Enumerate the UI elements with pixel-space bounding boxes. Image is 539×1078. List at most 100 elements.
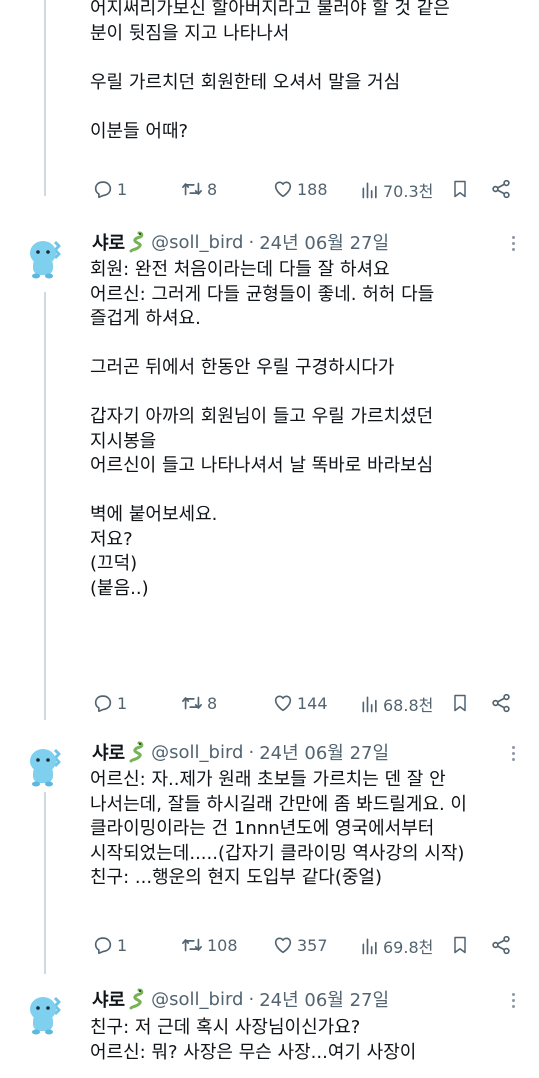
share-button[interactable] bbox=[490, 178, 512, 200]
reply-icon bbox=[94, 937, 112, 955]
more-icon[interactable] bbox=[512, 746, 515, 761]
bookmark-icon bbox=[454, 694, 466, 712]
tweet-line: 즐겁게 하셔요. bbox=[90, 308, 201, 329]
snake-emoji-icon bbox=[129, 741, 145, 763]
retweet-count: 8 bbox=[207, 693, 218, 713]
views-count: 69.8천 bbox=[383, 938, 434, 957]
reply-icon bbox=[94, 695, 112, 713]
tweet-line: (붙음..) bbox=[90, 577, 149, 599]
tweet-date[interactable]: 24년 06월 27일 bbox=[259, 739, 389, 765]
retweet-count: 8 bbox=[207, 179, 218, 199]
like-button[interactable]: 144 bbox=[272, 692, 328, 714]
tweet-line: 시작되었는데.....(갑자기 클라이밍 역사강의 시작) bbox=[90, 842, 465, 864]
like-button[interactable]: 188 bbox=[272, 178, 328, 200]
tweet-line: 이분들 어때? bbox=[90, 120, 189, 142]
retweet-count: 108 bbox=[207, 935, 238, 955]
bookmark-button[interactable] bbox=[450, 178, 470, 200]
like-count: 144 bbox=[297, 693, 328, 713]
like-count: 188 bbox=[297, 179, 328, 199]
bookmark-button[interactable] bbox=[450, 692, 470, 714]
tweet-line: (끄덕) bbox=[90, 553, 138, 574]
display-name[interactable]: 샤로 bbox=[92, 229, 125, 255]
tweet-line: 벽에 붙어보세요. bbox=[90, 504, 218, 525]
retweet-button[interactable]: 108 bbox=[180, 934, 238, 956]
bookmark-icon bbox=[454, 936, 466, 954]
snake-emoji-icon bbox=[129, 988, 145, 1010]
tweet-line bbox=[90, 95, 523, 120]
views-button[interactable]: 69.8천 bbox=[360, 934, 433, 958]
tweet-date[interactable]: 24년 06월 27일 bbox=[259, 986, 389, 1012]
reply-button[interactable]: 1 bbox=[92, 692, 127, 714]
tweet-line: 우릴 가르치던 회원한테 오셔서 말을 거심 bbox=[90, 71, 401, 93]
tweet-actions: 1 108 357 69.8천 bbox=[92, 934, 517, 958]
tweet-header: 샤로 @soll_bird · 24년 06월 27일 bbox=[92, 230, 389, 254]
tweet-header: 샤로 @soll_bird · 24년 06월 27일 bbox=[92, 987, 389, 1011]
user-handle[interactable]: @soll_bird bbox=[151, 989, 243, 1010]
retweet-button[interactable]: 8 bbox=[180, 692, 217, 714]
bookmark-button[interactable] bbox=[450, 934, 470, 956]
separator-dot: · bbox=[248, 741, 255, 763]
reply-count: 1 bbox=[117, 179, 128, 199]
tweet-actions: 1 8 188 70.3천 bbox=[92, 178, 517, 202]
tweet-line: 회원: 완전 처음이라는데 다들 잘 하셔요 bbox=[90, 259, 390, 280]
like-button[interactable]: 357 bbox=[272, 934, 328, 956]
tweet-line bbox=[90, 46, 523, 71]
tweet-text: 어지써리가보신 할아버지라고 불러야 할 것 같은 분이 뒷짐을 지고 나타나서… bbox=[90, 0, 523, 144]
views-button[interactable]: 70.3천 bbox=[360, 178, 433, 202]
tweet-line: 갑자기 아까의 회원님이 들고 우릴 가르치셨던 bbox=[90, 406, 434, 427]
retweet-button[interactable]: 8 bbox=[180, 178, 217, 200]
tweet-line: 지시봉을 bbox=[90, 430, 157, 452]
tweet-line: 분이 뒷짐을 지고 나타나서 bbox=[90, 22, 290, 44]
reply-button[interactable]: 1 bbox=[92, 934, 127, 956]
tweet-line: 어르신: 뭐? 사장은 무슨 사장...여기 사장이 bbox=[90, 1041, 417, 1063]
share-icon bbox=[492, 935, 510, 955]
user-handle[interactable]: @soll_bird bbox=[151, 232, 243, 253]
more-icon[interactable] bbox=[512, 236, 515, 251]
views-icon bbox=[362, 696, 377, 713]
reply-button[interactable]: 1 bbox=[92, 178, 127, 200]
separator-dot: · bbox=[248, 231, 255, 253]
like-icon bbox=[274, 181, 292, 198]
display-name[interactable]: 샤로 bbox=[92, 986, 125, 1012]
like-count: 357 bbox=[297, 935, 328, 955]
tweet-line bbox=[90, 479, 523, 504]
tweet-line: 어르신: 자..제가 원래 초보들 가르치는 덴 잘 안 bbox=[90, 769, 446, 790]
separator-dot: · bbox=[248, 988, 255, 1010]
user-handle[interactable]: @soll_bird bbox=[151, 742, 243, 763]
thread-line bbox=[44, 292, 46, 720]
snake-emoji-icon bbox=[129, 231, 145, 253]
reply-count: 1 bbox=[117, 935, 128, 955]
tweet-date[interactable]: 24년 06월 27일 bbox=[259, 229, 389, 255]
tweet-line: 그러곤 뒤에서 한동안 우릴 구경하시다가 bbox=[90, 357, 395, 378]
tweet-text: 친구: 저 근데 혹시 사장님이신가요? 어르신: 뭐? 사장은 무슨 사장..… bbox=[90, 1016, 523, 1065]
retweet-icon bbox=[182, 938, 202, 952]
like-icon bbox=[274, 937, 292, 954]
share-button[interactable] bbox=[490, 934, 512, 956]
avatar[interactable] bbox=[22, 742, 68, 788]
tweet-line bbox=[90, 332, 523, 357]
retweet-icon bbox=[182, 696, 202, 710]
tweet-actions: 1 8 144 68.8천 bbox=[92, 692, 517, 716]
tweet-line: 친구: ...행운의 현지 도입부 같다(중얼) bbox=[90, 867, 382, 888]
share-button[interactable] bbox=[490, 692, 512, 714]
tweet-line: 나서는데, 잘들 하시길래 간만에 좀 봐드릴게요. 이 bbox=[90, 793, 467, 815]
tweet-header: 샤로 @soll_bird · 24년 06월 27일 bbox=[92, 740, 389, 764]
more-icon[interactable] bbox=[512, 993, 515, 1008]
reply-count: 1 bbox=[117, 693, 128, 713]
tweet-line: 친구: 저 근데 혹시 사장님이신가요? bbox=[90, 1017, 361, 1038]
tweet-line: 저요? bbox=[90, 528, 133, 550]
thread-line bbox=[44, 792, 46, 974]
tweet-line bbox=[90, 381, 523, 406]
reply-icon bbox=[94, 181, 112, 199]
avatar[interactable] bbox=[22, 234, 68, 280]
avatar[interactable] bbox=[22, 990, 68, 1036]
views-count: 68.8천 bbox=[383, 696, 434, 715]
display-name[interactable]: 샤로 bbox=[92, 739, 125, 765]
share-icon bbox=[492, 693, 510, 713]
tweet-line: 클라이밍이라는 건 1nnn년도에 영국에서부터 bbox=[90, 818, 435, 839]
views-button[interactable]: 68.8천 bbox=[360, 692, 433, 716]
share-icon bbox=[492, 179, 510, 199]
tweet-text: 어르신: 자..제가 원래 초보들 가르치는 덴 잘 안 나서는데, 잘들 하시… bbox=[90, 768, 523, 891]
tweet-text: 회원: 완전 처음이라는데 다들 잘 하셔요 어르신: 그러게 다들 균형들이 … bbox=[90, 258, 523, 601]
tweet-line: 어르신이 들고 나타나셔서 날 똑바로 바라보심 bbox=[90, 455, 434, 476]
